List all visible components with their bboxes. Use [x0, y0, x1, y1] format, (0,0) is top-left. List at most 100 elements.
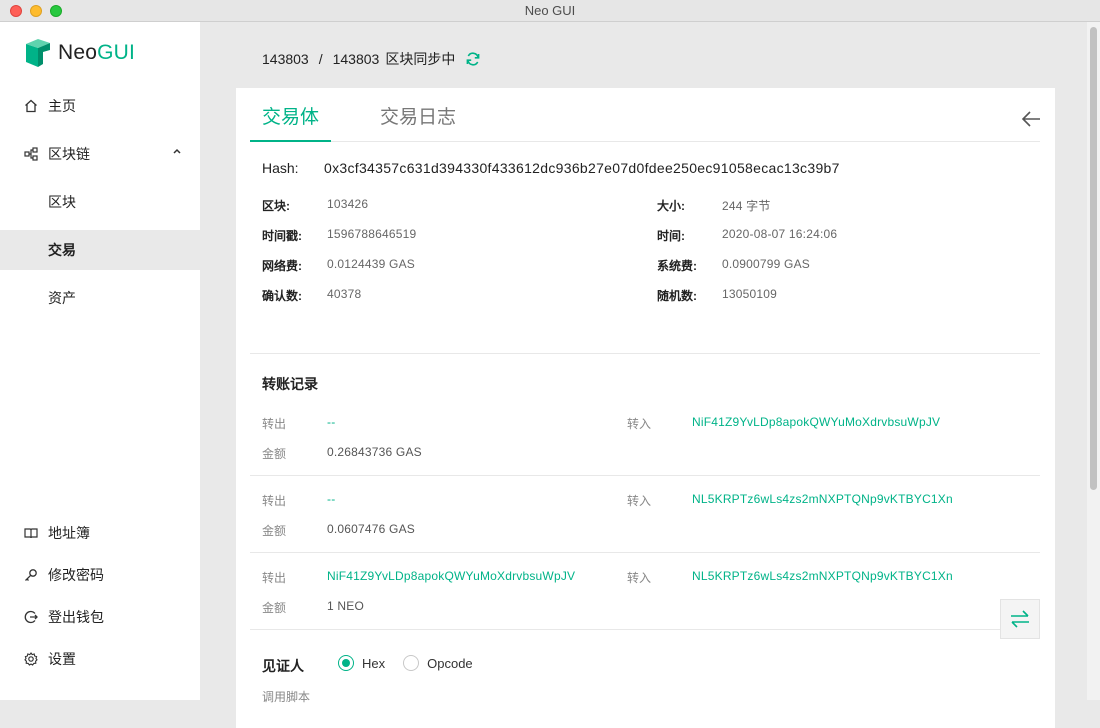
tab-transaction-body[interactable]: 交易体	[250, 102, 332, 142]
field-label: 区块:	[262, 199, 290, 213]
witness-format-radio-group: Hex Opcode	[338, 655, 491, 671]
transfer-divider	[250, 629, 1040, 630]
sync-total-height: 143803	[332, 51, 380, 67]
sidebar-item-label: 主页	[48, 98, 76, 114]
logo-text: NeoGUI	[58, 41, 135, 65]
transfer-to-address[interactable]: NL5KRPTz6wLs4zs2mNXPTQNp9vKTBYC1Xn	[692, 569, 953, 583]
tx-hash-value: 0x3cf34357c631d394330f433612dc936b27e07d…	[324, 160, 840, 176]
transfer-amount: 1 NEO	[327, 599, 365, 613]
invocation-script-label: 调用脚本	[262, 690, 311, 704]
blockchain-icon	[24, 147, 38, 161]
transfer-amount-label: 金额	[262, 601, 287, 615]
transfer-to-address[interactable]: NiF41Z9YvLDp8apokQWYuMoXdrvbsuWpJV	[692, 415, 940, 429]
transfer-out-label: 转出	[262, 571, 287, 585]
transfer-out-label: 转出	[262, 417, 287, 431]
sidebar-item-assets[interactable]: 资产	[0, 278, 200, 318]
transfer-from-address[interactable]: --	[327, 492, 335, 506]
sidebar-item-label: 交易	[48, 242, 76, 258]
transfer-from-address[interactable]: --	[327, 415, 335, 429]
transfer-divider	[250, 475, 1040, 476]
transfer-to-address[interactable]: NL5KRPTz6wLs4zs2mNXPTQNp9vKTBYC1Xn	[692, 492, 953, 506]
transfer-in-label: 转入	[627, 494, 652, 508]
refresh-icon[interactable]	[465, 51, 481, 67]
transfer-amount: 0.0607476 GAS	[327, 522, 416, 536]
radio-opcode-label: Opcode	[427, 655, 473, 671]
sidebar-item-label: 设置	[48, 651, 76, 667]
sidebar-item-home[interactable]: 主页	[0, 86, 200, 126]
sidebar-item-blockchain[interactable]: 区块链	[0, 134, 200, 174]
logo-gui: GUI	[97, 41, 136, 64]
home-icon	[24, 99, 38, 113]
sidebar-item-blocks[interactable]: 区块	[0, 182, 200, 222]
tx-size-field: 大小: 244 字节	[657, 197, 771, 214]
field-value: 2020-08-07 16:24:06	[722, 227, 838, 241]
sync-separator: /	[318, 51, 323, 67]
radio-opcode[interactable]: Opcode	[403, 655, 473, 671]
field-label: 大小:	[657, 199, 685, 213]
field-value: 0.0900799 GAS	[722, 257, 811, 271]
tx-system-fee-field: 系统费: 0.0900799 GAS	[657, 257, 810, 274]
sync-status: 143803 / 143803 区块同步中	[262, 49, 481, 69]
swap-arrows-icon	[1011, 610, 1029, 628]
scrollbar-thumb[interactable]	[1090, 27, 1097, 490]
field-label: 网络费:	[262, 259, 302, 273]
sidebar: NeoGUI 主页 区块链 区块 交易 资产 地址簿 修改密码 登出钱包 设置	[0, 22, 200, 700]
sidebar-item-label: 修改密码	[48, 567, 104, 583]
sidebar-item-label: 地址簿	[48, 525, 90, 541]
back-arrow-icon[interactable]	[1021, 110, 1041, 128]
sidebar-item-transactions[interactable]: 交易	[0, 230, 200, 270]
field-value: 103426	[327, 197, 369, 211]
section-divider	[250, 353, 1040, 354]
app-logo: NeoGUI	[24, 38, 135, 68]
gear-icon	[24, 652, 38, 666]
field-value: 244 字节	[722, 199, 771, 213]
field-label: 确认数:	[262, 289, 302, 303]
minimize-window-button[interactable]	[30, 5, 42, 17]
tab-transaction-log[interactable]: 交易日志	[368, 102, 468, 141]
transfer-out-label: 转出	[262, 494, 287, 508]
transfers-title: 转账记录	[262, 376, 318, 392]
radio-opcode-indicator[interactable]	[403, 655, 420, 671]
field-value: 13050109	[722, 287, 777, 301]
tx-block-field: 区块: 103426	[262, 197, 368, 214]
transfer-from-address[interactable]: NiF41Z9YvLDp8apokQWYuMoXdrvbsuWpJV	[327, 569, 575, 583]
transaction-detail-card: 交易体 交易日志 Hash: 0x3cf34357c631d394330f433…	[236, 88, 1055, 728]
main-scrollbar[interactable]	[1087, 22, 1100, 700]
logout-icon	[24, 610, 38, 624]
main-content: 143803 / 143803 区块同步中 交易体 交易日志 Hash: 0x3…	[200, 22, 1100, 728]
field-label: 系统费:	[657, 259, 697, 273]
close-window-button[interactable]	[10, 5, 22, 17]
tx-hash-label: Hash:	[262, 160, 299, 176]
maximize-window-button[interactable]	[50, 5, 62, 17]
sync-status-text: 区块同步中	[385, 51, 456, 67]
field-label: 随机数:	[657, 289, 697, 303]
tab-bar: 交易体 交易日志	[250, 102, 1040, 142]
tx-time-field: 时间: 2020-08-07 16:24:06	[657, 227, 837, 244]
chevron-up-icon	[173, 148, 181, 154]
sidebar-item-label: 登出钱包	[48, 609, 104, 625]
field-value: 0.0124439 GAS	[327, 257, 416, 271]
sidebar-item-address-book[interactable]: 地址簿	[0, 513, 200, 553]
transfer-swap-button[interactable]	[1000, 599, 1040, 639]
witness-title: 见证人	[262, 658, 304, 674]
field-value: 1596788646519	[327, 227, 417, 241]
tx-timestamp-field: 时间戳: 1596788646519	[262, 227, 416, 244]
tx-nonce-field: 随机数: 13050109	[657, 287, 777, 304]
sidebar-item-change-password[interactable]: 修改密码	[0, 555, 200, 595]
sidebar-item-settings[interactable]: 设置	[0, 639, 200, 679]
radio-hex-indicator[interactable]	[338, 655, 354, 671]
sync-current-height: 143803	[262, 51, 309, 67]
transfer-in-label: 转入	[627, 417, 652, 431]
transfer-in-label: 转入	[627, 571, 652, 585]
transfer-amount-label: 金额	[262, 524, 287, 538]
tx-confirmations-field: 确认数: 40378	[262, 287, 361, 304]
transfer-amount-label: 金额	[262, 447, 287, 461]
window-title: Neo GUI	[524, 3, 576, 18]
logo-neo: Neo	[58, 41, 98, 64]
window-titlebar: Neo GUI	[0, 0, 1100, 22]
sidebar-item-logout[interactable]: 登出钱包	[0, 597, 200, 637]
neo-logo-icon	[26, 39, 50, 67]
field-value: 40378	[327, 287, 362, 301]
transfer-divider	[250, 552, 1040, 553]
radio-hex[interactable]: Hex	[338, 655, 385, 671]
